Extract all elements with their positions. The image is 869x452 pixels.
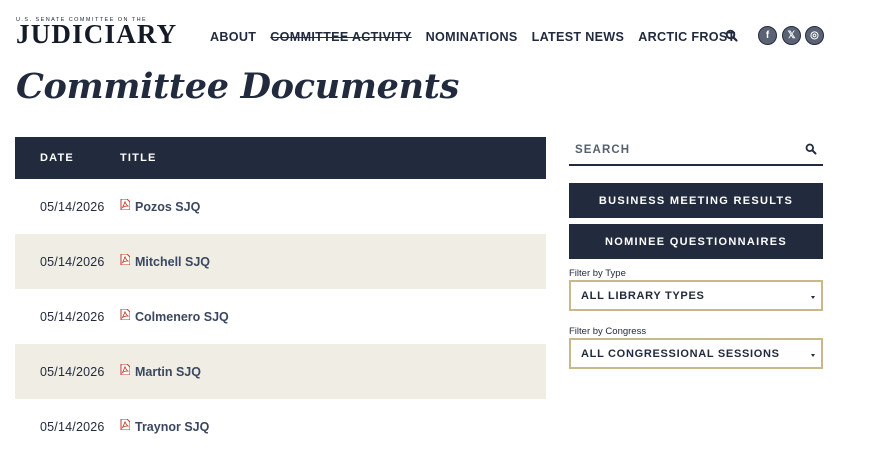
x-twitter-icon[interactable]: 𝕏: [782, 26, 801, 45]
facebook-icon[interactable]: f: [758, 26, 777, 45]
row-title: Colmenero SJQ: [120, 309, 229, 324]
search-input[interactable]: [569, 137, 789, 163]
instagram-glyph: ◎: [810, 30, 819, 41]
row-date: 05/14/2026: [40, 364, 105, 379]
nominee-questionnaires-button[interactable]: NOMINEE QUESTIONNAIRES: [569, 224, 823, 259]
nav-about[interactable]: ABOUT: [210, 30, 256, 44]
search-icon[interactable]: [805, 143, 817, 155]
pdf-icon: [120, 419, 130, 430]
row-title: Martin SJQ: [120, 364, 201, 379]
sidebar-search: [569, 137, 823, 166]
table-row: 05/14/2026 Martin SJQ: [15, 344, 546, 399]
main-nav: ABOUT COMMITTEE ACTIVITY NOMINATIONS LAT…: [210, 30, 750, 44]
row-date: 05/14/2026: [40, 199, 105, 214]
documents-table: DATE TITLE 05/14/2026 Pozos SJQ 05/14/20…: [15, 137, 546, 452]
nav-nominations[interactable]: NOMINATIONS: [426, 30, 518, 44]
table-row: 05/14/2026 Mitchell SJQ: [15, 234, 546, 289]
column-header-date[interactable]: DATE: [15, 152, 120, 164]
document-link[interactable]: Mitchell SJQ: [135, 255, 210, 269]
site-logo[interactable]: U.S. SENATE COMMITTEE ON THE JUDICIARY: [16, 17, 178, 49]
row-date: 05/14/2026: [40, 419, 105, 434]
pdf-icon: [120, 199, 130, 210]
nav-latest-news[interactable]: LATEST NEWS: [532, 30, 625, 44]
filter-congress-label: Filter by Congress: [569, 326, 647, 337]
filter-type-value: ALL LIBRARY TYPES: [581, 289, 705, 302]
page-title: Committee Documents: [16, 66, 459, 107]
filter-congress-select[interactable]: ALL CONGRESSIONAL SESSIONS: [569, 338, 823, 369]
chevron-down-icon: [811, 296, 815, 299]
row-date: 05/14/2026: [40, 309, 105, 324]
table-row: 05/14/2026 Pozos SJQ: [15, 179, 546, 234]
filter-type-label: Filter by Type: [569, 268, 626, 279]
nav-arctic-frost[interactable]: ARCTIC FROST: [638, 30, 735, 44]
facebook-glyph: f: [765, 30, 770, 41]
column-header-title[interactable]: TITLE: [120, 152, 157, 164]
filter-congress-value: ALL CONGRESSIONAL SESSIONS: [581, 347, 780, 360]
row-title: Traynor SJQ: [120, 419, 209, 434]
row-date: 05/14/2026: [40, 254, 105, 269]
filter-type-select[interactable]: ALL LIBRARY TYPES: [569, 280, 823, 311]
pdf-icon: [120, 309, 130, 320]
x-glyph: 𝕏: [787, 30, 796, 41]
nav-committee-activity[interactable]: COMMITTEE ACTIVITY: [270, 30, 411, 44]
instagram-icon[interactable]: ◎: [805, 26, 824, 45]
logo-title: JUDICIARY: [16, 19, 178, 49]
table-header: DATE TITLE: [15, 137, 546, 179]
document-link[interactable]: Martin SJQ: [135, 365, 201, 379]
business-meeting-results-button[interactable]: BUSINESS MEETING RESULTS: [569, 183, 823, 218]
chevron-down-icon: [811, 354, 815, 357]
row-title: Mitchell SJQ: [120, 254, 210, 269]
document-link[interactable]: Colmenero SJQ: [135, 310, 229, 324]
table-row: 05/14/2026 Colmenero SJQ: [15, 289, 546, 344]
pdf-icon: [120, 254, 130, 265]
document-link[interactable]: Pozos SJQ: [135, 200, 200, 214]
search-icon[interactable]: [725, 29, 739, 43]
pdf-icon: [120, 364, 130, 375]
table-row: 05/14/2026 Traynor SJQ: [15, 399, 546, 452]
document-link[interactable]: Traynor SJQ: [135, 420, 209, 434]
row-title: Pozos SJQ: [120, 199, 200, 214]
